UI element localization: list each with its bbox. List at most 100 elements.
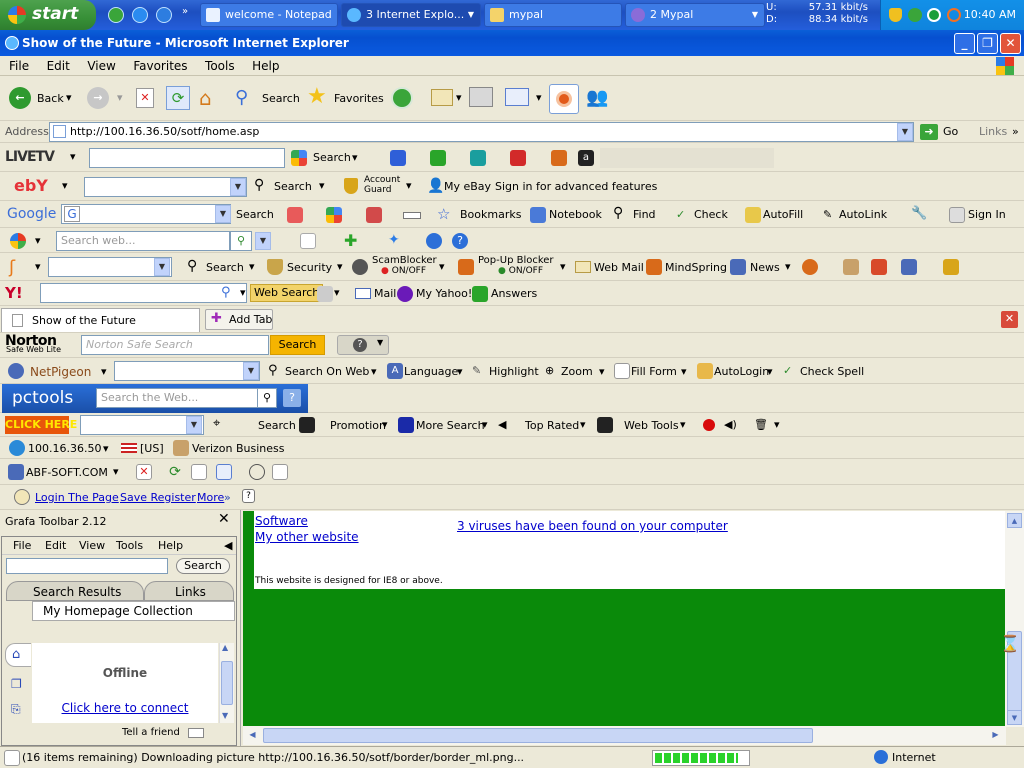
page-refresh-icon[interactable] bbox=[191, 464, 207, 480]
monitor-red-icon[interactable] bbox=[510, 150, 526, 166]
links-expand-icon[interactable]: » bbox=[1012, 124, 1019, 140]
clock[interactable]: 10:40 AM bbox=[964, 8, 1016, 21]
bookmark-star-icon[interactable]: ☆ bbox=[437, 205, 450, 223]
highlight-button[interactable]: Highlight bbox=[489, 364, 539, 380]
page-horizontal-scrollbar[interactable]: ◀ ▶ bbox=[243, 726, 1006, 745]
info-icon[interactable] bbox=[249, 464, 265, 480]
popup-block-icon[interactable] bbox=[366, 207, 382, 223]
software-link[interactable]: Software bbox=[255, 513, 308, 529]
yahoo-web-search-button[interactable]: Web Search bbox=[250, 284, 324, 302]
windows-stack-icon[interactable]: ❐ bbox=[11, 677, 22, 691]
search-icon[interactable]: ⚲ bbox=[268, 363, 278, 378]
grafa-search-button[interactable]: Search bbox=[176, 558, 230, 574]
quicklaunch-expand-icon[interactable]: » bbox=[182, 6, 188, 17]
grafa-scrollbar[interactable]: ▲ ▼ bbox=[219, 643, 234, 723]
collapse-icon[interactable]: ◀ bbox=[224, 538, 232, 554]
isp-search-dropdown[interactable]: ▼ bbox=[154, 258, 170, 276]
find-button[interactable]: Find bbox=[633, 207, 656, 223]
scroll-left-icon[interactable]: ◀ bbox=[245, 728, 260, 743]
google-search-button[interactable]: Search bbox=[236, 207, 274, 223]
isp-search-button[interactable]: Search bbox=[206, 260, 244, 276]
chevron-down-icon[interactable]: ▾ bbox=[66, 90, 72, 106]
menu-edit[interactable]: Edit bbox=[47, 56, 70, 76]
chevron-down-icon[interactable]: ▾ bbox=[457, 364, 463, 380]
back-button[interactable]: Back bbox=[37, 91, 64, 107]
chevron-down-icon[interactable]: ▾ bbox=[456, 90, 462, 106]
chevron-down-icon[interactable]: ▾ bbox=[406, 178, 412, 194]
security-button[interactable]: Security bbox=[287, 260, 332, 276]
back-arrow-icon[interactable]: ← bbox=[9, 87, 31, 109]
chevron-down-icon[interactable]: ▾ bbox=[774, 417, 780, 433]
autofill-icon[interactable] bbox=[745, 207, 761, 223]
minimize-button[interactable]: _ bbox=[954, 33, 975, 54]
find-icon[interactable]: ⚲ bbox=[613, 205, 623, 221]
add-tab-button[interactable]: ✚ Add Tab bbox=[205, 309, 273, 330]
shopping-icon[interactable] bbox=[943, 259, 959, 275]
search-tray-icon[interactable] bbox=[947, 8, 961, 22]
menu-tools[interactable]: Tools bbox=[205, 56, 235, 76]
chevron-down-icon[interactable]: ▾ bbox=[337, 259, 343, 275]
monitor-teal-icon[interactable] bbox=[470, 150, 486, 166]
start-button[interactable]: start bbox=[0, 0, 96, 30]
close-tab-icon[interactable]: ✕ bbox=[1001, 311, 1018, 328]
chevron-down-icon[interactable]: ▾ bbox=[439, 259, 445, 275]
scroll-up-icon[interactable]: ▲ bbox=[1007, 513, 1022, 528]
ebay-sign-in-link[interactable]: Sign in for advanced features bbox=[495, 179, 657, 195]
chevron-down-icon[interactable]: ▾ bbox=[70, 149, 76, 165]
stop-icon[interactable]: ✕ bbox=[136, 88, 154, 108]
sign-in-icon[interactable] bbox=[949, 207, 965, 223]
tab-current[interactable]: Show of the Future bbox=[1, 308, 200, 332]
refresh-icon[interactable]: ⟳ bbox=[167, 464, 183, 480]
popup-blocker-button[interactable]: Pop-Up Blocker bbox=[478, 255, 554, 266]
grafa-menu-edit[interactable]: Edit bbox=[45, 538, 66, 554]
chevron-down-icon[interactable]: ▾ bbox=[62, 178, 68, 194]
gamepad-icon[interactable] bbox=[843, 259, 859, 275]
grafa-search-input[interactable] bbox=[6, 558, 168, 574]
menu-favorites[interactable]: Favorites bbox=[133, 56, 187, 76]
refresh-icon[interactable]: ⟳ bbox=[166, 86, 190, 110]
go-arrow-icon[interactable]: ➜ bbox=[920, 124, 938, 140]
language-button[interactable]: Language bbox=[404, 364, 458, 380]
notebook-icon[interactable] bbox=[530, 207, 546, 223]
quicklaunch-ie-icon[interactable] bbox=[132, 7, 148, 23]
chevron-down-icon[interactable]: ▾ bbox=[560, 259, 566, 275]
window-icon[interactable] bbox=[300, 233, 316, 249]
chevron-down-icon[interactable]: ▾ bbox=[580, 417, 586, 433]
chevron-down-icon[interactable]: ▾ bbox=[240, 285, 246, 301]
chevron-down-icon[interactable]: ▾ bbox=[35, 233, 41, 249]
norton-search-button[interactable]: Search bbox=[270, 335, 325, 355]
autolink-button[interactable]: AutoLink bbox=[839, 207, 887, 223]
scroll-up-icon[interactable]: ▲ bbox=[222, 643, 228, 652]
menu-help[interactable]: Help bbox=[252, 56, 279, 76]
scamblocker-state[interactable]: ● ON/OFF bbox=[381, 266, 426, 277]
weather-icon[interactable] bbox=[802, 259, 818, 275]
grid-icon[interactable] bbox=[551, 150, 567, 166]
netpigeon-search-input[interactable] bbox=[114, 361, 260, 381]
help-icon[interactable]: ? bbox=[283, 389, 301, 407]
chevron-down-icon[interactable]: ▾ bbox=[334, 285, 340, 301]
popup-blocker-state[interactable]: ● ON/OFF bbox=[498, 266, 543, 277]
chevron-down-icon[interactable]: ▾ bbox=[599, 364, 605, 380]
grafa-menu-tools[interactable]: Tools bbox=[116, 538, 143, 554]
side-tab-home[interactable]: ⌂ bbox=[5, 643, 31, 667]
yahoo-mail-button[interactable]: Mail bbox=[374, 286, 396, 302]
chevron-down-icon[interactable]: ▾ bbox=[117, 90, 123, 106]
search-on-web-button[interactable]: Search On Web bbox=[285, 364, 369, 380]
web-tools-button[interactable]: Web Tools bbox=[624, 418, 679, 434]
wrench-icon[interactable]: 🔧 bbox=[911, 206, 927, 222]
login-page-link[interactable]: Login The Page bbox=[35, 490, 119, 506]
links-button[interactable]: Links bbox=[979, 124, 1007, 140]
bookmarks-button[interactable]: Bookmarks bbox=[460, 207, 521, 223]
ip-address[interactable]: 100.16.36.50 bbox=[28, 441, 101, 457]
address-input[interactable]: http://100.16.36.50/sotf/home.asp bbox=[49, 122, 914, 142]
grafa-menu-view[interactable]: View bbox=[79, 538, 105, 554]
news-button[interactable]: News bbox=[750, 260, 780, 276]
close-icon[interactable]: ✕ bbox=[218, 511, 230, 527]
menu-file[interactable]: File bbox=[9, 56, 29, 76]
taskbar-button-notepad[interactable]: welcome - Notepad bbox=[200, 3, 338, 27]
norton-search-input[interactable]: Norton Safe Search bbox=[81, 335, 269, 355]
scroll-right-icon[interactable]: ▶ bbox=[988, 728, 1003, 743]
window-titlebar[interactable]: Show of the Future - Microsoft Internet … bbox=[0, 30, 1024, 56]
my-yahoo-button[interactable]: My Yahoo! bbox=[416, 286, 472, 302]
promotion-button[interactable]: Promotion bbox=[330, 418, 386, 434]
